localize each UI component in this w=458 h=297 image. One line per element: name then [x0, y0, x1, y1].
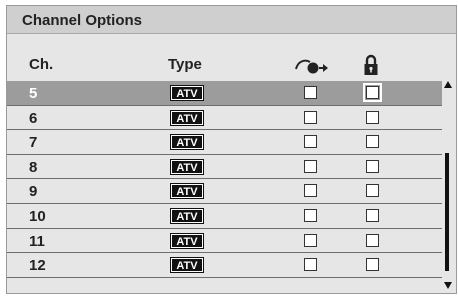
- channel-number: 11: [29, 232, 45, 250]
- scroll-up-arrow-icon[interactable]: [443, 80, 453, 90]
- table-row[interactable]: 6 ATV: [7, 106, 442, 131]
- type-badge: ATV: [170, 158, 204, 175]
- channel-number: 5: [29, 85, 38, 102]
- channel-number: 12: [29, 257, 46, 275]
- scrollbar-thumb[interactable]: [445, 153, 449, 271]
- skip-checkbox[interactable]: [304, 86, 317, 99]
- lock-checkbox[interactable]: [366, 135, 379, 149]
- title-bar: Channel Options: [7, 6, 456, 34]
- channel-number: 8: [29, 158, 38, 176]
- lock-checkbox[interactable]: [366, 258, 379, 272]
- table-row[interactable]: 7 ATV: [7, 130, 442, 155]
- channel-list: 5 ATV 6 ATV 7 ATV 8 ATV 9 ATV 10 ATV 11 …: [7, 81, 442, 278]
- channel-number: 9: [29, 183, 38, 201]
- skip-icon: [295, 59, 328, 74]
- panel-title: Channel Options: [22, 12, 142, 29]
- type-badge: ATV: [170, 207, 204, 224]
- lock-icon: [364, 54, 378, 75]
- table-row[interactable]: 8 ATV: [7, 155, 442, 180]
- channel-number: 6: [29, 109, 38, 127]
- table-header: Ch. Type: [7, 54, 447, 78]
- channel-number: 10: [29, 207, 46, 225]
- channel-number: 7: [29, 134, 38, 152]
- table-row[interactable]: 5 ATV: [7, 81, 442, 106]
- skip-checkbox[interactable]: [304, 184, 317, 198]
- type-badge: ATV: [170, 134, 204, 151]
- lock-checkbox[interactable]: [366, 110, 379, 124]
- table-row[interactable]: 12 ATV: [7, 253, 442, 278]
- skip-checkbox[interactable]: [304, 233, 317, 247]
- scroll-down-arrow-icon[interactable]: [443, 280, 453, 290]
- type-badge: ATV: [170, 183, 204, 200]
- skip-checkbox[interactable]: [304, 208, 317, 222]
- skip-checkbox[interactable]: [304, 258, 317, 272]
- skip-checkbox[interactable]: [304, 135, 317, 149]
- lock-checkbox[interactable]: [363, 83, 382, 102]
- lock-checkbox[interactable]: [366, 159, 379, 173]
- column-header-ch: Ch.: [29, 56, 54, 73]
- lock-checkbox[interactable]: [366, 208, 379, 222]
- skip-checkbox[interactable]: [304, 110, 317, 124]
- type-badge: ATV: [170, 232, 204, 249]
- type-badge: ATV: [170, 109, 204, 126]
- table-row[interactable]: 11 ATV: [7, 229, 442, 254]
- table-row[interactable]: 9 ATV: [7, 179, 442, 204]
- type-badge: ATV: [170, 257, 204, 274]
- column-header-type: Type: [168, 56, 202, 73]
- table-row[interactable]: 10 ATV: [7, 204, 442, 229]
- type-badge: ATV: [170, 85, 204, 101]
- channel-options-panel: Channel Options Ch. Type 5 ATV 6 ATV 7 A…: [6, 5, 457, 294]
- lock-checkbox[interactable]: [366, 233, 379, 247]
- skip-checkbox[interactable]: [304, 159, 317, 173]
- lock-checkbox[interactable]: [366, 184, 379, 198]
